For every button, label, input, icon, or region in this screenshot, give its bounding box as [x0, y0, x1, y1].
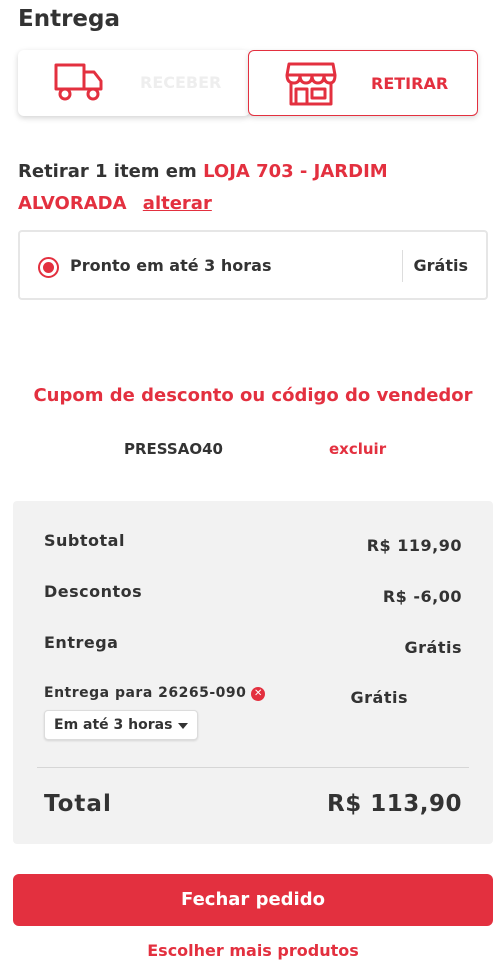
delivery-to-label: Entrega para 26265-090: [44, 685, 247, 701]
remove-zip-icon[interactable]: ✕: [251, 687, 266, 701]
order-summary: Subtotal R$ 119,90 Descontos R$ -6,00 En…: [13, 501, 493, 844]
radio-button[interactable]: [38, 257, 59, 278]
change-store-link[interactable]: alterar: [143, 193, 212, 214]
subtotal-value: R$ 119,90: [366, 536, 462, 555]
pickup-location-text: Retirar 1 item em LOJA 703 - JARDIM ALVO…: [18, 156, 488, 220]
option-receber[interactable]: RECEBER: [18, 50, 250, 116]
delivery-to-value: Grátis: [350, 688, 408, 707]
store-icon: [285, 62, 337, 106]
total-value: R$ 113,90: [327, 791, 462, 817]
coupon-title[interactable]: Cupom de desconto ou código do vendedor: [0, 385, 500, 406]
option-retirar-label: RETIRAR: [371, 74, 449, 93]
page-title: Entrega: [18, 6, 121, 32]
chevron-down-icon: [178, 723, 188, 729]
coupon-code: PRESSAO40: [124, 440, 223, 458]
divider: [402, 250, 403, 282]
choose-more-products-link[interactable]: Escolher mais produtos: [0, 941, 500, 960]
delivery-mode-toggle: RECEBER RETIRAR: [18, 50, 478, 118]
delivery-value: Grátis: [404, 638, 462, 657]
shipping-option-label: Pronto em até 3 horas: [70, 256, 272, 275]
shipping-option-price: Grátis: [413, 256, 468, 275]
pickup-prefix: Retirar 1 item em: [18, 161, 197, 182]
discounts-value: R$ -6,00: [382, 587, 462, 606]
delivery-time-select-value: Em até 3 horas: [54, 717, 173, 733]
delivery-time-select[interactable]: Em até 3 horas: [44, 710, 198, 740]
subtotal-label: Subtotal: [44, 531, 125, 550]
total-label: Total: [44, 791, 112, 817]
option-receber-label: RECEBER: [140, 73, 222, 92]
truck-icon: [54, 63, 103, 101]
delivery-to-row: Entrega para 26265-090 ✕: [44, 685, 266, 701]
checkout-button[interactable]: Fechar pedido: [13, 874, 493, 926]
option-retirar[interactable]: RETIRAR: [248, 50, 478, 116]
delivery-label: Entrega: [44, 633, 119, 652]
shipping-option[interactable]: Pronto em até 3 horas Grátis: [18, 230, 488, 300]
summary-divider: [37, 767, 469, 768]
coupon-remove-link[interactable]: excluir: [329, 440, 386, 458]
discounts-label: Descontos: [44, 582, 143, 601]
